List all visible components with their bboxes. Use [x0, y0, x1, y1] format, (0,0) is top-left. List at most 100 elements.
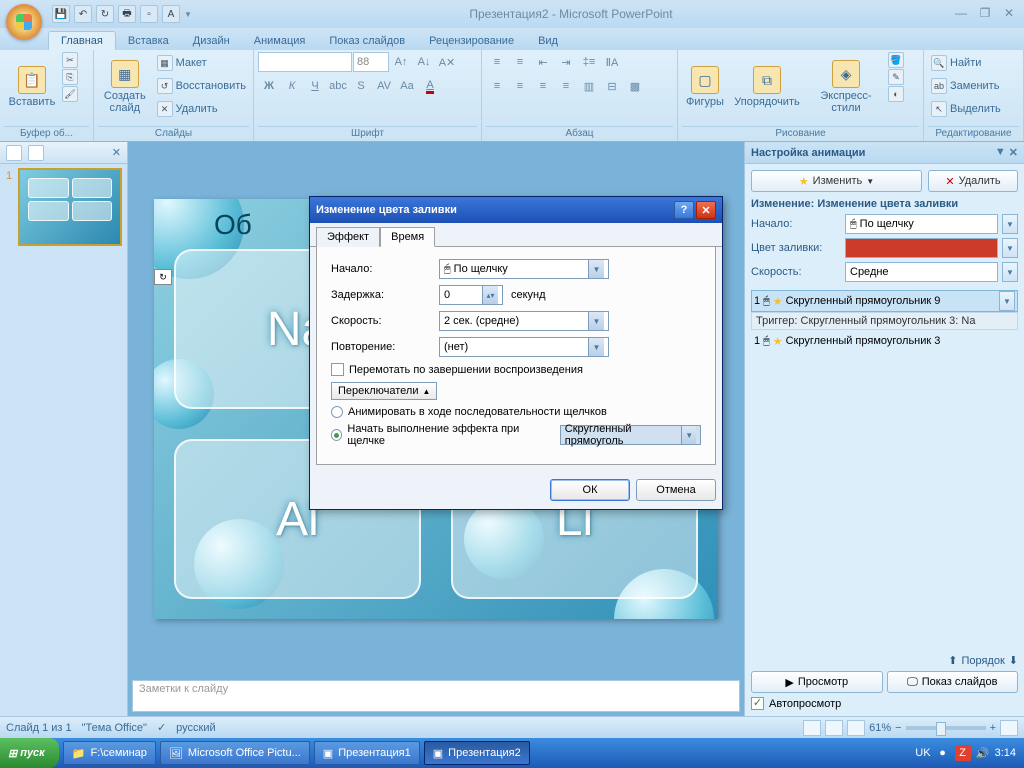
- tray-clock[interactable]: 3:14: [995, 747, 1016, 759]
- find-button[interactable]: 🔍Найти: [928, 52, 1004, 74]
- numbering-icon[interactable]: ≡: [509, 52, 531, 72]
- indent-dec-icon[interactable]: ⇤: [532, 52, 554, 72]
- align-center-icon[interactable]: ≡: [509, 76, 531, 96]
- taskbar-item-2[interactable]: ▣Презентация1: [314, 741, 420, 765]
- align-left-icon[interactable]: ≡: [486, 76, 508, 96]
- anim-delete-button[interactable]: ✕Удалить: [928, 170, 1018, 192]
- start-select[interactable]: 🖱 По щелчку▼: [439, 259, 609, 279]
- align-right-icon[interactable]: ≡: [532, 76, 554, 96]
- notes-pane[interactable]: Заметки к слайду: [132, 680, 740, 712]
- indent-inc-icon[interactable]: ⇥: [555, 52, 577, 72]
- anim-start-select[interactable]: 🖱 По щелчку: [845, 214, 998, 234]
- grow-font-icon[interactable]: A↑: [390, 52, 412, 72]
- underline-icon[interactable]: Ч: [304, 76, 326, 96]
- tab-view[interactable]: Вид: [526, 32, 570, 50]
- dropdown-arrow-icon[interactable]: ▼: [1002, 262, 1018, 282]
- align-text-icon[interactable]: ⊟: [601, 76, 623, 96]
- tray-icon[interactable]: ●: [935, 745, 951, 761]
- ok-button[interactable]: ОК: [550, 479, 630, 501]
- font-combo[interactable]: [258, 52, 352, 72]
- qat-more-icon[interactable]: A: [162, 5, 180, 23]
- bullets-icon[interactable]: ≡: [486, 52, 508, 72]
- trigger-object-select[interactable]: Скругленный прямоуголь▼: [560, 425, 701, 445]
- close-button[interactable]: ✕: [998, 6, 1020, 22]
- tab-animation[interactable]: Анимация: [242, 32, 318, 50]
- layout-button[interactable]: ▦Макет: [154, 52, 249, 74]
- zoom-in-icon[interactable]: +: [990, 722, 996, 734]
- cancel-button[interactable]: Отмена: [636, 479, 716, 501]
- shadow-icon[interactable]: S: [350, 76, 372, 96]
- font-color-icon[interactable]: A: [419, 76, 441, 96]
- dialog-close-button[interactable]: ✕: [696, 201, 716, 219]
- paste-button[interactable]: 📋Вставить: [4, 52, 60, 122]
- case-icon[interactable]: Aa: [396, 76, 418, 96]
- clear-format-icon[interactable]: A✕: [436, 52, 458, 72]
- replace-button[interactable]: abЗаменить: [928, 75, 1004, 97]
- shape-outline-icon[interactable]: ✎: [888, 69, 904, 85]
- line-spacing-icon[interactable]: ‡≡: [578, 52, 600, 72]
- dialog-tab-effect[interactable]: Эффект: [316, 227, 380, 247]
- anim-list-item-2[interactable]: 1🖱★Скругленный прямоугольник 3: [751, 330, 1018, 352]
- fit-view-icon[interactable]: [1000, 720, 1018, 736]
- format-painter-icon[interactable]: 🖌: [62, 86, 78, 102]
- normal-view-icon[interactable]: [803, 720, 821, 736]
- radio-sequence[interactable]: Анимировать в ходе последовательности ще…: [331, 406, 701, 418]
- strike-icon[interactable]: abc: [327, 76, 349, 96]
- zoom-value[interactable]: 61%: [869, 722, 891, 734]
- smartart-icon[interactable]: ▩: [624, 76, 646, 96]
- shape-fill-icon[interactable]: 🪣: [888, 52, 904, 68]
- maximize-button[interactable]: ❐: [974, 6, 996, 22]
- select-button[interactable]: ↖Выделить: [928, 98, 1004, 120]
- cut-icon[interactable]: ✂: [62, 52, 78, 68]
- anim-change-button[interactable]: ★Изменить▼: [751, 170, 922, 192]
- text-dir-icon[interactable]: ⅡA: [601, 52, 623, 72]
- rewind-checkbox[interactable]: Перемотать по завершении воспроизведения: [331, 363, 701, 376]
- speed-select[interactable]: 2 сек. (средне)▼: [439, 311, 609, 331]
- slideshow-button[interactable]: 🖵Показ слайдов: [887, 671, 1019, 693]
- status-language[interactable]: русский: [176, 722, 215, 734]
- slideshow-view-icon[interactable]: [847, 720, 865, 736]
- anim-fill-color[interactable]: [845, 238, 998, 258]
- dropdown-arrow-icon[interactable]: ▼: [1002, 214, 1018, 234]
- dialog-help-button[interactable]: ?: [674, 201, 694, 219]
- triggers-toggle[interactable]: Переключатели▲: [331, 382, 437, 400]
- preview-button[interactable]: ▶Просмотр: [751, 671, 883, 693]
- bold-icon[interactable]: Ж: [258, 76, 280, 96]
- qat-new-icon[interactable]: ▫: [140, 5, 158, 23]
- justify-icon[interactable]: ≡: [555, 76, 577, 96]
- rotate-handle-icon[interactable]: ↻: [154, 269, 172, 285]
- dialog-tab-timing[interactable]: Время: [380, 227, 435, 247]
- taskbar-item-3[interactable]: ▣Презентация2: [424, 741, 530, 765]
- dropdown-arrow-icon[interactable]: ▼: [999, 291, 1015, 311]
- qat-print-icon[interactable]: 🖶: [118, 5, 136, 23]
- office-button[interactable]: [6, 4, 42, 40]
- delay-input[interactable]: 0▴▾: [439, 285, 503, 305]
- italic-icon[interactable]: К: [281, 76, 303, 96]
- zoom-out-icon[interactable]: −: [895, 722, 901, 734]
- reset-button[interactable]: ↺Восстановить: [154, 75, 249, 97]
- zoom-slider[interactable]: [906, 726, 986, 730]
- tab-insert[interactable]: Вставка: [116, 32, 181, 50]
- delete-slide-button[interactable]: ✕Удалить: [154, 98, 249, 120]
- columns-icon[interactable]: ▥: [578, 76, 600, 96]
- sorter-view-icon[interactable]: [825, 720, 843, 736]
- reorder-up-icon[interactable]: ⬆: [948, 654, 957, 667]
- spacing-icon[interactable]: AV: [373, 76, 395, 96]
- radio-onclick[interactable]: Начать выполнение эффекта при щелчке Скр…: [331, 423, 701, 447]
- copy-icon[interactable]: ⎘: [62, 69, 78, 85]
- tab-slideshow[interactable]: Показ слайдов: [317, 32, 417, 50]
- shapes-button[interactable]: ▢Фигуры: [682, 52, 728, 122]
- spellcheck-icon[interactable]: ✓: [157, 721, 166, 734]
- tray-lang[interactable]: UK: [915, 747, 930, 759]
- tray-volume-icon[interactable]: 🔊: [975, 745, 991, 761]
- qat-undo-icon[interactable]: ↶: [74, 5, 92, 23]
- tab-design[interactable]: Дизайн: [181, 32, 242, 50]
- qat-redo-icon[interactable]: ↻: [96, 5, 114, 23]
- minimize-button[interactable]: —: [950, 6, 972, 22]
- start-button[interactable]: ⊞пуск: [0, 738, 59, 768]
- slides-tab-icon[interactable]: [6, 145, 22, 161]
- quick-styles-button[interactable]: ◈Экспресс-стили: [806, 52, 886, 122]
- taskbar-item-0[interactable]: 📁F:\семинар: [63, 741, 156, 765]
- qat-save-icon[interactable]: 💾: [52, 5, 70, 23]
- pane-close-icon[interactable]: ✕: [112, 146, 121, 159]
